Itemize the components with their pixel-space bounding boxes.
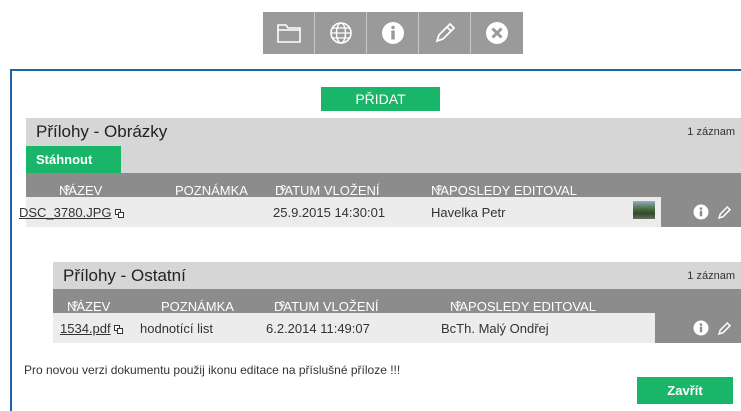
close-button[interactable]: Zavřít [637, 377, 733, 404]
pencil-icon[interactable] [717, 320, 733, 336]
images-table-header: NÁZEV ≎ POZNÁMKA DATUM VLOŽENÍ ≎ NAPOSLEDY… [26, 173, 741, 198]
row-actions [661, 197, 741, 227]
globe-button[interactable] [315, 12, 367, 54]
table-row: 1534.pdf hodnotící list 6.2.2014 11:49:0… [53, 313, 741, 343]
image-thumbnail[interactable] [633, 201, 655, 219]
info-icon[interactable] [693, 320, 709, 336]
copy-icon[interactable] [114, 209, 125, 219]
other-table-header: NÁZEV ≎ POZNÁMKA DATUM VLOŽENÍ ≎ NAPOSLEDY… [53, 289, 741, 314]
pencil-icon[interactable] [717, 204, 733, 220]
other-section-title: Přílohy - Ostatní [63, 266, 186, 285]
file-link[interactable]: DSC_3780.JPG [19, 205, 112, 220]
edit-button[interactable] [419, 12, 471, 54]
globe-icon [329, 22, 352, 44]
table-row: DSC_3780.JPG 25.9.2015 14:30:01 Havelka … [19, 197, 741, 227]
row-actions [655, 313, 741, 343]
top-toolbar [263, 12, 523, 54]
sort-icon: ≎ [279, 183, 288, 194]
row-date: 25.9.2015 14:30:01 [273, 205, 386, 220]
copy-icon[interactable] [113, 325, 124, 335]
attachments-dialog: PŘIDAT Přílohy - Obrázky 1 záznam Stáhno… [10, 69, 741, 411]
sort-icon: ≎ [435, 183, 444, 194]
sort-icon: ≎ [278, 299, 287, 310]
row-editor: Havelka Petr [431, 205, 506, 220]
info-button[interactable] [367, 12, 419, 54]
images-section-title: Přílohy - Obrázky [36, 122, 168, 141]
row-editor: BcTh. Malý Ondřej [441, 321, 549, 336]
info-icon [381, 22, 404, 44]
other-section-header: Přílohy - Ostatní 1 záznam [53, 262, 741, 289]
add-button[interactable]: PŘIDAT [321, 87, 440, 111]
folder-button[interactable] [263, 12, 315, 54]
file-link[interactable]: 1534.pdf [60, 321, 111, 336]
sort-icon: ≎ [71, 299, 80, 310]
download-button[interactable]: Stáhnout [26, 146, 121, 173]
other-section: Přílohy - Ostatní 1 záznam NÁZEV ≎ POZNÁM… [53, 262, 741, 343]
info-note: Pro novou verzi dokumentu použij ikonu e… [24, 363, 401, 377]
sort-icon: ≎ [63, 183, 72, 194]
row-date: 6.2.2014 11:49:07 [266, 321, 370, 336]
folder-icon [276, 24, 301, 43]
images-record-count: 1 záznam [687, 126, 735, 138]
info-icon[interactable] [693, 204, 709, 220]
other-record-count: 1 záznam [687, 270, 735, 282]
close-toolbar-button[interactable] [471, 12, 523, 54]
images-section: Přílohy - Obrázky 1 záznam Stáhnout NÁZE… [19, 118, 741, 227]
pencil-icon [435, 22, 455, 43]
row-note: hodnotící list [140, 321, 213, 336]
download-bar: Stáhnout [26, 146, 741, 173]
sort-icon: ≎ [454, 299, 463, 310]
close-icon [486, 22, 508, 44]
images-section-header: Přílohy - Obrázky 1 záznam [26, 118, 741, 146]
